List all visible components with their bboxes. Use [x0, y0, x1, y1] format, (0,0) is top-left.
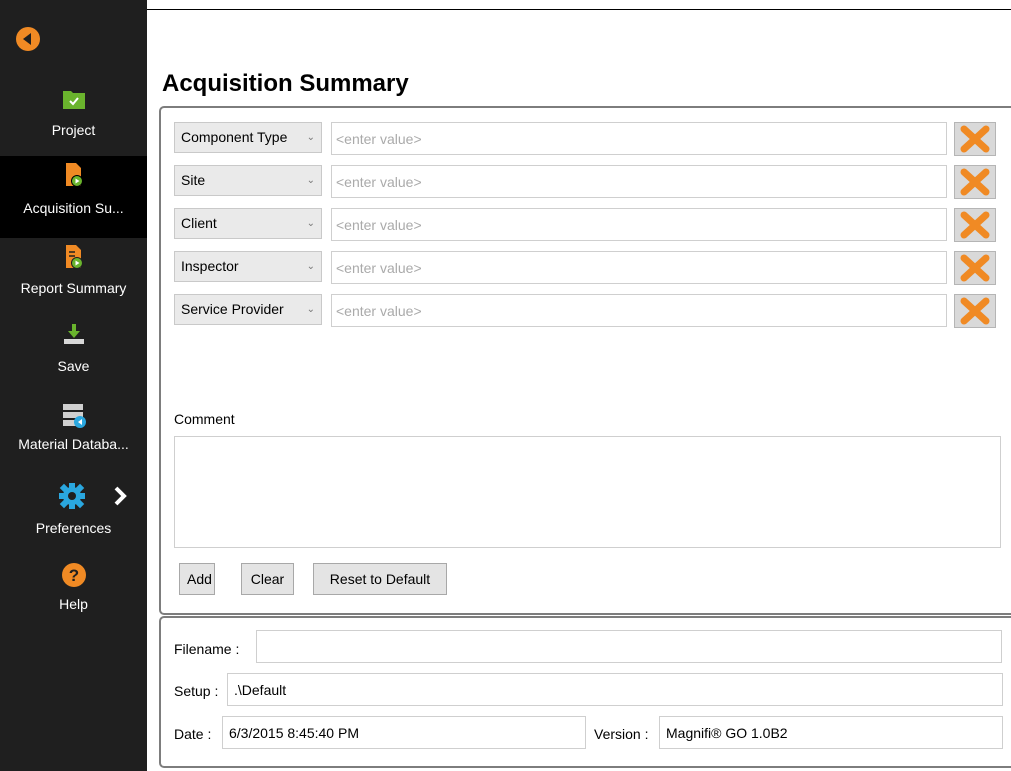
field-type-value: Service Provider — [181, 301, 284, 317]
sidebar-item-label: Report Summary — [20, 280, 127, 296]
file-info-panel: Filename : Setup : Date : Version : — [159, 616, 1011, 768]
help-icon: ? — [61, 563, 86, 587]
sidebar-item-save[interactable]: Save — [0, 322, 147, 382]
database-icon — [62, 404, 86, 428]
document-play-icon — [65, 163, 83, 187]
sidebar-item-help[interactable]: ? Help — [0, 562, 147, 622]
date-input[interactable] — [222, 716, 586, 749]
setup-label: Setup : — [174, 683, 219, 699]
sidebar-item-report-summary[interactable]: Report Summary — [0, 244, 147, 306]
add-button[interactable]: Add — [179, 563, 215, 595]
chevron-right-icon — [114, 486, 127, 506]
field-value-input[interactable] — [331, 122, 947, 155]
reset-to-default-button[interactable]: Reset to Default — [313, 563, 447, 595]
top-divider — [147, 9, 1011, 10]
version-label: Version : — [594, 726, 649, 742]
chevron-down-icon: ⌄ — [306, 304, 315, 315]
field-value-input[interactable] — [331, 165, 947, 198]
field-type-value: Component Type — [181, 129, 288, 145]
folder-check-icon — [62, 91, 85, 109]
field-value-input[interactable] — [331, 251, 947, 284]
field-type-select[interactable]: Site ⌄ — [174, 165, 322, 196]
sidebar-item-preferences[interactable]: Preferences — [0, 482, 147, 542]
sidebar-item-project[interactable]: Project — [0, 88, 147, 150]
chevron-down-icon: ⌄ — [306, 175, 315, 186]
sidebar-item-label: Help — [59, 596, 88, 612]
delete-field-button[interactable] — [954, 122, 996, 156]
save-download-icon — [63, 324, 84, 344]
chevron-down-icon: ⌄ — [306, 132, 315, 143]
field-type-select[interactable]: Client ⌄ — [174, 208, 322, 239]
sidebar-item-label: Preferences — [35, 520, 112, 536]
filename-label: Filename : — [174, 641, 240, 657]
delete-field-button[interactable] — [954, 251, 996, 285]
close-icon — [960, 168, 990, 196]
field-type-select[interactable]: Component Type ⌄ — [174, 122, 322, 153]
chevron-down-icon: ⌄ — [306, 261, 315, 272]
delete-field-button[interactable] — [954, 294, 996, 328]
filename-input[interactable] — [256, 630, 1002, 663]
close-icon — [960, 125, 990, 153]
sidebar-item-acquisition-summary[interactable]: Acquisition Su... — [0, 156, 147, 238]
sidebar: Project Acquisition Su... Report Summary… — [0, 0, 147, 771]
sidebar-item-label: Save — [57, 358, 90, 374]
sidebar-item-label: Acquisition Su... — [23, 200, 124, 216]
delete-field-button[interactable] — [954, 208, 996, 242]
chevron-down-icon: ⌄ — [306, 218, 315, 229]
setup-input[interactable] — [227, 673, 1003, 706]
back-button[interactable] — [16, 27, 40, 51]
field-type-select[interactable]: Service Provider ⌄ — [174, 294, 322, 325]
svg-text:?: ? — [68, 566, 78, 585]
page-title: Acquisition Summary — [162, 70, 409, 97]
date-label: Date : — [174, 726, 212, 742]
report-play-icon — [65, 245, 83, 269]
sidebar-item-label: Project — [51, 122, 96, 138]
close-icon — [960, 297, 990, 325]
delete-field-button[interactable] — [954, 165, 996, 199]
acquisition-fields-panel: Component Type ⌄ Site ⌄ Client ⌄ — [159, 106, 1011, 615]
back-arrow-icon — [23, 33, 31, 45]
comment-label: Comment — [174, 411, 235, 427]
gear-icon — [59, 483, 85, 509]
clear-button[interactable]: Clear — [241, 563, 294, 595]
field-type-select[interactable]: Inspector ⌄ — [174, 251, 322, 282]
close-icon — [960, 211, 990, 239]
field-type-value: Inspector — [181, 258, 239, 274]
field-value-input[interactable] — [331, 208, 947, 241]
close-icon — [960, 254, 990, 282]
sidebar-item-material-database[interactable]: Material Databa... — [0, 402, 147, 462]
version-input[interactable] — [659, 716, 1003, 749]
sidebar-item-label: Material Databa... — [18, 436, 129, 452]
field-type-value: Client — [181, 215, 217, 231]
field-value-input[interactable] — [331, 294, 947, 327]
comment-textarea[interactable] — [174, 436, 1001, 548]
field-type-value: Site — [181, 172, 206, 188]
